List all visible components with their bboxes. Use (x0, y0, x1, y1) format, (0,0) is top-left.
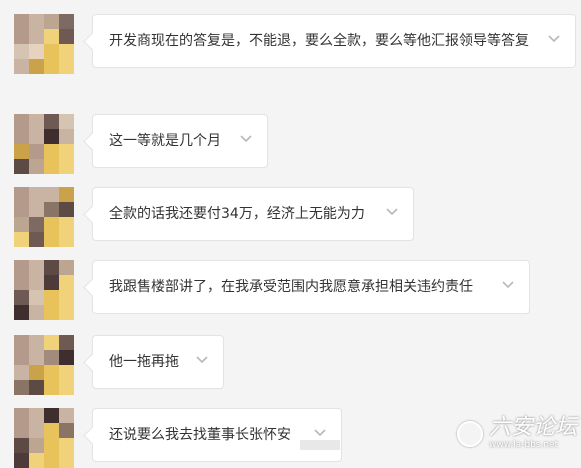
message-row: 这一等就是几个月 (0, 114, 581, 174)
message-text: 我跟售楼部讲了，在我承受范围内我愿意承担相关违约责任 (109, 279, 473, 295)
chevron-down-icon[interactable] (385, 206, 399, 218)
avatar[interactable] (14, 14, 74, 74)
avatar[interactable] (14, 187, 74, 247)
message-text: 这一等就是几个月 (109, 133, 221, 149)
avatar[interactable] (14, 335, 74, 395)
site-watermark: 六安论坛 www.la-bbs.net (456, 417, 577, 450)
message-row: 他一拖再拖 (0, 335, 581, 395)
blurred-username (300, 440, 340, 450)
message-bubble[interactable]: 这一等就是几个月 (92, 114, 268, 168)
chevron-down-icon[interactable] (547, 33, 561, 45)
message-bubble[interactable]: 开发商现在的答复是，不能退，要么全款，要么等他汇报领导等答复 (92, 14, 576, 68)
message-bubble[interactable]: 他一拖再拖 (92, 335, 224, 389)
chevron-down-icon[interactable] (239, 133, 253, 145)
chevron-down-icon[interactable] (195, 354, 209, 366)
message-text: 全款的话我还要付34万，经济上无能为力 (109, 206, 365, 222)
watermark-url: www.la-bbs.net (488, 440, 559, 450)
message-text: 开发商现在的答复是，不能退，要么全款，要么等他汇报领导等答复 (109, 33, 529, 49)
watermark-text: 六安论坛 www.la-bbs.net (489, 417, 577, 450)
watermark-logo-icon (456, 420, 483, 447)
message-text: 他一拖再拖 (109, 354, 179, 370)
avatar[interactable] (14, 260, 74, 320)
watermark-title: 六安论坛 (488, 415, 577, 440)
message-bubble[interactable]: 还说要么我去找董事长张怀安 (92, 408, 342, 462)
message-row: 开发商现在的答复是，不能退，要么全款，要么等他汇报领导等答复 (0, 14, 581, 94)
chat-thread: 开发商现在的答复是，不能退，要么全款，要么等他汇报领导等答复 这一等就是几个月 … (0, 0, 581, 468)
avatar[interactable] (14, 408, 74, 468)
chevron-down-icon[interactable] (501, 279, 515, 291)
message-bubble[interactable]: 全款的话我还要付34万，经济上无能为力 (92, 187, 414, 241)
avatar[interactable] (14, 114, 74, 174)
message-row: 全款的话我还要付34万，经济上无能为力 (0, 187, 581, 247)
chevron-down-icon[interactable] (313, 427, 327, 439)
message-text: 还说要么我去找董事长张怀安 (109, 427, 291, 443)
message-row: 我跟售楼部讲了，在我承受范围内我愿意承担相关违约责任 (0, 260, 581, 320)
message-bubble[interactable]: 我跟售楼部讲了，在我承受范围内我愿意承担相关违约责任 (92, 260, 530, 314)
